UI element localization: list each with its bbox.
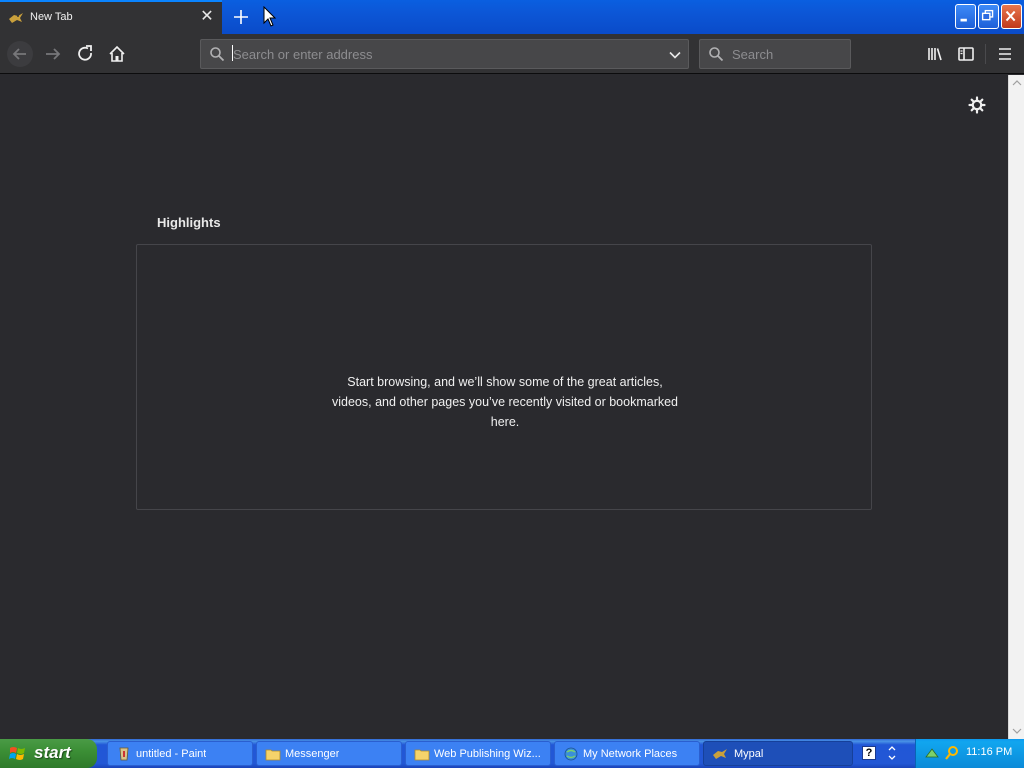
taskbar-item-label: Mypal <box>734 748 764 760</box>
mypal-icon <box>713 749 727 759</box>
address-bar[interactable] <box>200 39 689 69</box>
tray-expand-arrows-icon[interactable] <box>885 743 899 763</box>
window-restore-button[interactable] <box>978 4 999 29</box>
search-bar[interactable] <box>699 39 851 69</box>
library-icon[interactable] <box>922 41 948 67</box>
taskbar-item-label: Web Publishing Wiz... <box>434 748 541 760</box>
chevron-down-icon[interactable] <box>667 47 683 63</box>
taskbar-item-label: untitled - Paint <box>136 748 207 760</box>
taskbar-item-my-network-places[interactable]: My Network Places <box>554 741 700 766</box>
help-icon[interactable]: ? <box>862 746 876 760</box>
reload-icon[interactable] <box>72 41 98 67</box>
search-tray-icon[interactable] <box>944 745 960 761</box>
hamburger-menu-icon[interactable] <box>992 41 1018 67</box>
taskbar-item-web-publishing-wizard[interactable]: Web Publishing Wiz... <box>405 741 551 766</box>
home-icon[interactable] <box>104 41 130 67</box>
search-input[interactable] <box>732 44 842 64</box>
taskbar-item-paint[interactable]: untitled - Paint <box>107 741 253 766</box>
highlights-heading: Highlights <box>157 215 221 230</box>
system-tray: 11:16 PM <box>915 739 1024 768</box>
folder-icon <box>414 749 430 761</box>
highlights-empty-state: Start browsing, and we’ll show some of t… <box>136 244 872 510</box>
scroll-down-arrow-icon[interactable] <box>1009 723 1024 739</box>
paint-icon <box>119 747 129 761</box>
search-icon <box>210 47 225 62</box>
vertical-scrollbar[interactable] <box>1008 75 1024 739</box>
start-button[interactable]: start <box>0 739 97 768</box>
tab-strip: New Tab ✕ <box>0 0 1024 34</box>
tab-close-icon[interactable]: ✕ <box>198 8 216 26</box>
window-close-button[interactable] <box>1001 4 1022 29</box>
screen: New Tab ✕ Search or enter address Search… <box>0 0 1024 768</box>
network-places-icon <box>564 747 578 761</box>
mypal-favicon-icon <box>9 13 23 23</box>
window-minimize-button[interactable] <box>955 4 976 29</box>
mouse-cursor-icon <box>263 6 277 27</box>
windows-logo-icon <box>9 747 25 760</box>
navigation-toolbar <box>0 34 1024 74</box>
taskbar: start untitled - Paint Messenger Web Pub… <box>0 739 1024 768</box>
forward-arrow-icon[interactable] <box>40 41 66 67</box>
highlights-empty-message: Start browsing, and we’ll show some of t… <box>331 375 679 429</box>
tab-new-tab[interactable]: New Tab ✕ <box>0 0 222 34</box>
folder-icon <box>265 749 281 761</box>
toolbar-separator <box>985 44 986 64</box>
search-icon[interactable] <box>708 46 724 62</box>
clock: 11:16 PM <box>966 746 1013 758</box>
new-tab-plus-icon[interactable] <box>228 4 254 30</box>
text-caret <box>232 45 233 61</box>
taskbar-item-messenger[interactable]: Messenger <box>256 741 402 766</box>
tab-title: New Tab <box>30 11 73 23</box>
sidebar-icon[interactable] <box>953 41 979 67</box>
taskbar-item-label: Messenger <box>285 748 340 760</box>
start-label: start <box>34 743 71 762</box>
taskbar-item-label: My Network Places <box>583 748 678 760</box>
back-arrow-icon[interactable] <box>7 41 33 67</box>
taskbar-item-mypal[interactable]: Mypal <box>703 741 853 766</box>
network-tray-icon[interactable] <box>924 745 940 761</box>
new-tab-page: Highlights Start browsing, and we’ll sho… <box>0 75 1008 739</box>
scroll-up-arrow-icon[interactable] <box>1009 75 1024 91</box>
address-input[interactable] <box>233 44 653 64</box>
gear-icon[interactable] <box>967 95 987 115</box>
